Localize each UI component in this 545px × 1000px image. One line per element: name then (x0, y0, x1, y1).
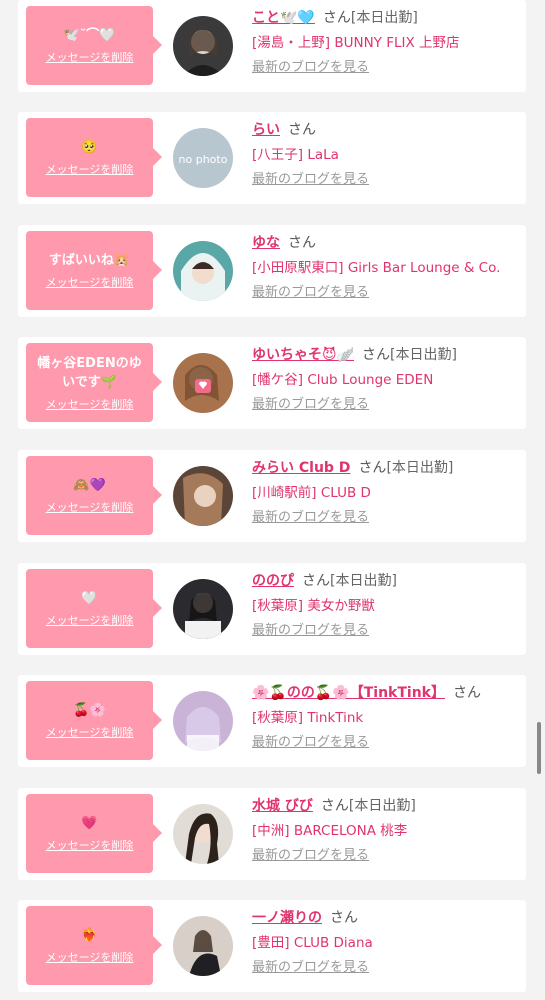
message-bubble: 幡ヶ谷EDENのゆいです🌱 メッセージを削除 (26, 343, 162, 422)
scrollbar[interactable] (537, 722, 541, 774)
cast-info: 水城 びび さん[本日出勤] [中洲] BARCELONA 桃李 最新のブログを見… (252, 796, 520, 864)
shop-name: [中洲] BARCELONA 桃李 (252, 823, 408, 839)
shop-name: [八王子] LaLa (252, 147, 339, 163)
latest-blog-link[interactable]: 最新のブログを見る (252, 735, 369, 751)
list-item: 🤍 メッセージを削除 ののぴ さん[本日出勤] [秋葉原] 美女か野獣 最新のブロ… (18, 563, 526, 655)
avatar[interactable] (173, 16, 233, 76)
message-text: 幡ヶ谷EDENのゆいです🌱 (37, 355, 142, 390)
honorific: さん (320, 798, 349, 814)
list-item: 幡ヶ谷EDENのゆいです🌱 メッセージを削除 ゆいちゃそ😈🪽 さん[本日出勤] [… (18, 337, 526, 429)
honorific: さん (288, 235, 316, 251)
latest-blog-link[interactable]: 最新のブログを見る (252, 60, 369, 76)
delete-message-link[interactable]: メッセージを削除 (46, 614, 134, 628)
message-bubble: 🕊️˘⌒🤍 メッセージを削除 (26, 6, 162, 85)
cast-info: ゆいちゃそ😈🪽 さん[本日出勤] [幡ケ谷] Club Lounge EDEN 最… (252, 345, 520, 413)
list-item: 💗 メッセージを削除 水城 びび さん[本日出勤] [中洲] BARCELONA … (18, 788, 526, 880)
status-badge: [本日出勤] (390, 347, 457, 363)
message-bubble: 🤍 メッセージを削除 (26, 569, 162, 648)
avatar[interactable] (173, 466, 233, 526)
cast-info: 🌸🍒のの🍒🌸【TinkTink】 さん [秋葉原] TinkTink 最新のブログ… (252, 683, 520, 751)
delete-message-link[interactable]: メッセージを削除 (46, 726, 134, 740)
list-item: すばいいね🐹 メッセージを削除 ゆな さん [小田原駅東口] Girls Bar … (18, 225, 526, 317)
shop-name: [湯島・上野] BUNNY FLIX 上野店 (252, 35, 460, 51)
honorific: さん (452, 685, 481, 701)
message-bubble: 🙈💜 メッセージを削除 (26, 456, 162, 535)
message-text: 🍒🌸 (73, 703, 106, 718)
delete-message-link[interactable]: メッセージを削除 (46, 839, 134, 853)
avatar[interactable] (173, 579, 233, 639)
honorific: さん (362, 347, 391, 363)
message-bubble: 💗 メッセージを削除 (26, 794, 162, 873)
latest-blog-link[interactable]: 最新のブログを見る (252, 172, 369, 188)
avatar[interactable] (173, 241, 233, 301)
message-text: すばいいね🐹 (48, 253, 131, 268)
latest-blog-link[interactable]: 最新のブログを見る (252, 623, 369, 639)
message-text: ❤️‍🔥 (81, 928, 98, 943)
list-item: 🕊️˘⌒🤍 メッセージを削除 こと🕊️🩵 さん[本日出勤] [湯島・上野] BUN… (18, 0, 526, 92)
list-item: 🥺 メッセージを削除 no photo らい さん [八王子] LaLa 最新のブ… (18, 112, 526, 204)
cast-name-link[interactable]: 水城 びび (252, 798, 313, 814)
latest-blog-link[interactable]: 最新のブログを見る (252, 510, 369, 526)
cast-info: らい さん [八王子] LaLa 最新のブログを見る (252, 120, 520, 188)
cast-name-link[interactable]: みらい Club D (252, 460, 350, 476)
delete-message-link[interactable]: メッセージを削除 (46, 398, 134, 412)
cast-name-link[interactable]: ののぴ (252, 573, 294, 589)
no-photo-label: no photo (179, 153, 228, 166)
list-item: 🙈💜 メッセージを削除 みらい Club D さん[本日出勤] [川崎駅前] CL… (18, 450, 526, 542)
latest-blog-link[interactable]: 最新のブログを見る (252, 285, 369, 301)
latest-blog-link[interactable]: 最新のブログを見る (252, 848, 369, 864)
message-text: 🤍 (81, 591, 98, 606)
list-item: ❤️‍🔥 メッセージを削除 一ノ瀬りの さん [豊田] CLUB Diana 最新… (18, 900, 526, 992)
cast-name-link[interactable]: ゆな (252, 235, 280, 251)
latest-blog-link[interactable]: 最新のブログを見る (252, 960, 369, 976)
cast-info: こと🕊️🩵 さん[本日出勤] [湯島・上野] BUNNY FLIX 上野店 最新の… (252, 8, 520, 76)
cast-name-link[interactable]: らい (252, 122, 280, 138)
message-text: 🥺 (81, 140, 98, 155)
message-bubble: ❤️‍🔥 メッセージを削除 (26, 906, 162, 985)
shop-name: [豊田] CLUB Diana (252, 935, 373, 951)
avatar[interactable] (173, 804, 233, 864)
avatar[interactable]: no photo (173, 128, 233, 188)
latest-blog-link[interactable]: 最新のブログを見る (252, 397, 369, 413)
cast-name-link[interactable]: 一ノ瀬りの (252, 910, 322, 926)
cast-info: ののぴ さん[本日出勤] [秋葉原] 美女か野獣 最新のブログを見る (252, 571, 520, 639)
delete-message-link[interactable]: メッセージを削除 (46, 51, 134, 65)
honorific: さん (358, 460, 387, 476)
status-badge: [本日出勤] (330, 573, 397, 589)
delete-message-link[interactable]: メッセージを削除 (46, 276, 134, 290)
delete-message-link[interactable]: メッセージを削除 (46, 163, 134, 177)
honorific: さん (322, 10, 351, 26)
cast-info: ゆな さん [小田原駅東口] Girls Bar Lounge & Co. 最新の… (252, 233, 520, 301)
list-item: 🍒🌸 メッセージを削除 🌸🍒のの🍒🌸【TinkTink】 さん [秋葉原] Tin… (18, 675, 526, 767)
cast-name-link[interactable]: 🌸🍒のの🍒🌸【TinkTink】 (252, 685, 445, 701)
honorific: さん (302, 573, 330, 589)
message-bubble: 🥺 メッセージを削除 (26, 118, 162, 197)
message-text: 🕊️˘⌒🤍 (63, 28, 116, 43)
avatar[interactable] (173, 691, 233, 751)
message-text: 💗 (81, 816, 98, 831)
shop-name: [秋葉原] TinkTink (252, 710, 364, 726)
cast-info: 一ノ瀬りの さん [豊田] CLUB Diana 最新のブログを見る (252, 908, 520, 976)
cast-name-link[interactable]: ゆいちゃそ😈🪽 (252, 347, 354, 363)
shop-name: [秋葉原] 美女か野獣 (252, 598, 375, 614)
honorific: さん (330, 910, 358, 926)
shop-name: [小田原駅東口] Girls Bar Lounge & Co. (252, 260, 501, 276)
delete-message-link[interactable]: メッセージを削除 (46, 951, 134, 965)
cast-name-link[interactable]: こと🕊️🩵 (252, 10, 315, 26)
delete-message-link[interactable]: メッセージを削除 (46, 501, 134, 515)
honorific: さん (288, 122, 316, 138)
message-text: 🙈💜 (73, 478, 106, 493)
avatar[interactable] (173, 353, 233, 413)
message-bubble: 🍒🌸 メッセージを削除 (26, 681, 162, 760)
status-badge: [本日出勤] (386, 460, 454, 476)
shop-name: [川崎駅前] CLUB D (252, 485, 371, 501)
shop-name: [幡ケ谷] Club Lounge EDEN (252, 372, 434, 388)
message-bubble: すばいいね🐹 メッセージを削除 (26, 231, 162, 310)
status-badge: [本日出勤] (348, 798, 416, 814)
avatar[interactable] (173, 916, 233, 976)
status-badge: [本日出勤] (350, 10, 418, 26)
cast-info: みらい Club D さん[本日出勤] [川崎駅前] CLUB D 最新のブログを… (252, 458, 520, 526)
